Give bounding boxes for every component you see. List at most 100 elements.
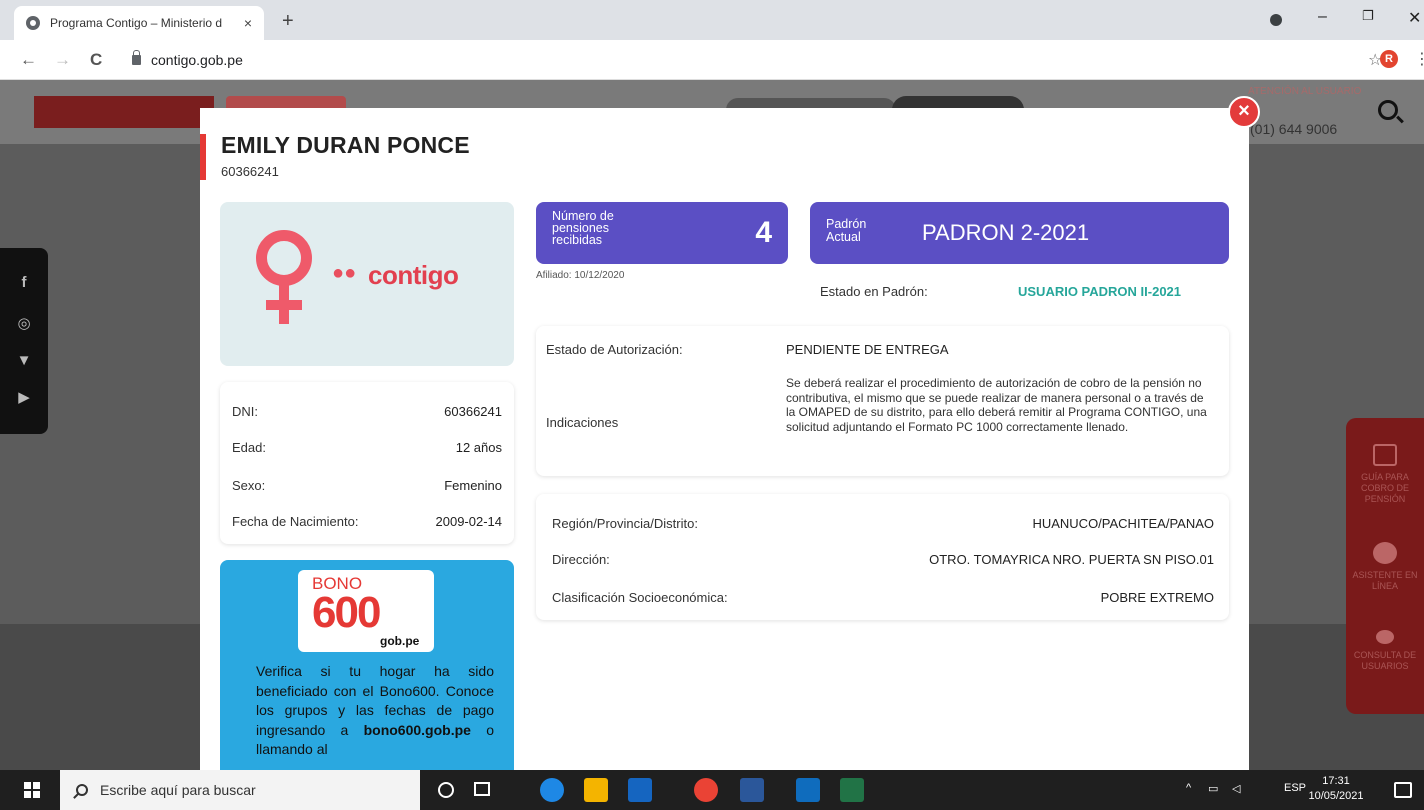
windows-start-icon[interactable] bbox=[24, 782, 40, 798]
forward-button[interactable]: → bbox=[54, 50, 71, 70]
twitter-icon[interactable]: ▼ bbox=[14, 352, 34, 370]
padron-value: PADRON 2-2021 bbox=[922, 220, 1090, 245]
tray-chevron-icon[interactable]: ^ bbox=[1186, 782, 1191, 794]
word-icon[interactable] bbox=[740, 778, 764, 802]
cursor-icon bbox=[400, 602, 424, 626]
beneficiary-dni: 60366241 bbox=[221, 164, 279, 179]
contigo-logo-text: contigo bbox=[368, 260, 459, 290]
edad-label: Edad: bbox=[232, 440, 266, 455]
afiliado-date: Afiliado: 10/12/2020 bbox=[536, 270, 625, 281]
back-button[interactable]: ← bbox=[20, 50, 37, 70]
search-icon bbox=[76, 784, 88, 796]
page-backdrop: ATENCIÓN AL USUARIO (01) 644 9006 f ◎ ▼ … bbox=[0, 80, 1424, 770]
clasificacion-label: Clasificación Socioeconómica: bbox=[552, 590, 728, 605]
asistente-link[interactable]: ASISTENTE EN LÍNEA bbox=[1346, 542, 1424, 592]
tab-title: Programa Contigo – Ministerio d bbox=[50, 16, 223, 30]
guia-cobro-link[interactable]: GUÍA PARA COBRO DE PENSIÓN bbox=[1346, 444, 1424, 505]
bono-logo-number: 600 bbox=[312, 588, 381, 637]
windows-taskbar: Escribe aquí para buscar ^ ▭ ◁ ESP 17:31… bbox=[0, 770, 1424, 810]
tray-network-icon[interactable]: ▭ bbox=[1208, 782, 1218, 795]
direccion-row: Dirección: OTRO. TOMAYRICA NRO. PUERTA S… bbox=[552, 552, 1214, 570]
social-bar: f ◎ ▼ ▶ bbox=[0, 248, 48, 434]
url-text: contigo.gob.pe bbox=[151, 52, 243, 68]
region-value: HUANUCO/PACHITEA/PANAO bbox=[1032, 516, 1214, 531]
taskbar-clock[interactable]: 17:31 10/05/2021 bbox=[1308, 774, 1364, 804]
personal-info-card: DNI: 60366241 Edad: 12 años Sexo: Femeni… bbox=[220, 382, 514, 544]
sexo-value: Femenino bbox=[444, 478, 502, 493]
atencion-label: ATENCIÓN AL USUARIO bbox=[1248, 86, 1362, 97]
mail-icon[interactable] bbox=[628, 778, 652, 802]
edge-icon[interactable] bbox=[540, 778, 564, 802]
browser-tab[interactable]: Programa Contigo – Ministerio d × bbox=[14, 6, 264, 40]
new-tab-button[interactable]: + bbox=[282, 10, 294, 33]
info-row-edad: Edad: 12 años bbox=[232, 440, 502, 460]
search-icon[interactable] bbox=[1378, 100, 1398, 120]
clasificacion-value: POBRE EXTREMO bbox=[1100, 590, 1214, 605]
extension-icon[interactable] bbox=[1270, 14, 1282, 26]
region-label: Región/Provincia/Distrito: bbox=[552, 516, 698, 531]
ubicacion-card: Región/Provincia/Distrito: HUANUCO/PACHI… bbox=[536, 494, 1229, 620]
profile-avatar[interactable]: R bbox=[1380, 50, 1398, 68]
info-row-nacimiento: Fecha de Nacimiento: 2009-02-14 bbox=[232, 514, 502, 534]
reload-button[interactable]: C bbox=[90, 50, 102, 70]
youtube-icon[interactable]: ▶ bbox=[14, 388, 34, 406]
phone-number: (01) 644 9006 bbox=[1250, 121, 1338, 137]
bono-link[interactable]: bono600.gob.pe bbox=[364, 722, 471, 738]
nacimiento-label: Fecha de Nacimiento: bbox=[232, 514, 359, 529]
clasificacion-row: Clasificación Socioeconómica: POBRE EXTR… bbox=[552, 590, 1214, 608]
browser-menu-icon[interactable]: ⋮ bbox=[1414, 49, 1424, 69]
info-row-dni: DNI: 60366241 bbox=[232, 404, 502, 424]
book-icon bbox=[1373, 444, 1397, 466]
minimize-button[interactable]: – bbox=[1318, 8, 1327, 26]
info-row-sexo: Sexo: Femenino bbox=[232, 478, 502, 498]
people-icon: ●● bbox=[332, 262, 357, 284]
pensiones-card: Número de pensiones recibidas 4 bbox=[536, 202, 788, 264]
instagram-icon[interactable]: ◎ bbox=[14, 314, 34, 332]
file-explorer-icon[interactable] bbox=[584, 778, 608, 802]
padron-label: Padrón Actual bbox=[826, 217, 867, 244]
photos-icon[interactable] bbox=[796, 778, 820, 802]
dni-value: 60366241 bbox=[444, 404, 502, 419]
task-view-icon[interactable] bbox=[474, 782, 490, 796]
consulta-link[interactable]: CONSULTA DE USUARIOS bbox=[1346, 630, 1424, 672]
globe-icon bbox=[26, 16, 40, 30]
autorizacion-value: PENDIENTE DE ENTREGA bbox=[786, 342, 949, 357]
dni-label: DNI: bbox=[232, 404, 258, 419]
bono600-card[interactable]: BONO 600 gob.pe Verifica si tu hogar ha … bbox=[220, 560, 514, 770]
facebook-icon[interactable]: f bbox=[14, 274, 34, 292]
estado-padron-value: USUARIO PADRON II-2021 bbox=[1018, 284, 1182, 299]
taskbar-search[interactable]: Escribe aquí para buscar bbox=[60, 770, 420, 810]
guia-cobro-label: GUÍA PARA COBRO DE PENSIÓN bbox=[1360, 472, 1409, 504]
sexo-label: Sexo: bbox=[232, 478, 266, 493]
restore-button[interactable]: ❐ bbox=[1362, 8, 1374, 24]
tray-speaker-icon[interactable]: ◁ bbox=[1232, 782, 1240, 795]
language-indicator[interactable]: ESP bbox=[1284, 782, 1306, 794]
contigo-logo-card: ●● contigo bbox=[220, 202, 514, 366]
modal-close-button[interactable]: × bbox=[1228, 96, 1260, 128]
direccion-label: Dirección: bbox=[552, 552, 610, 567]
padron-card: Padrón Actual PADRON 2-2021 bbox=[810, 202, 1229, 264]
browser-tab-bar: Programa Contigo – Ministerio d × + – ❐ … bbox=[0, 0, 1424, 40]
window-close-button[interactable]: ✕ bbox=[1408, 8, 1421, 28]
asistente-label: ASISTENTE EN LÍNEA bbox=[1352, 570, 1418, 591]
chat-icon bbox=[1373, 542, 1397, 564]
url-field[interactable]: contigo.gob.pe bbox=[120, 46, 1350, 74]
female-symbol-bar bbox=[266, 300, 302, 310]
chrome-icon[interactable] bbox=[694, 778, 718, 802]
clock-date: 10/05/2021 bbox=[1308, 790, 1364, 802]
edad-value: 12 años bbox=[455, 440, 502, 455]
indicaciones-text: Se deberá realizar el procedimiento de a… bbox=[786, 376, 1207, 434]
female-symbol-icon bbox=[256, 230, 312, 286]
direccion-value: OTRO. TOMAYRICA NRO. PUERTA SN PISO.01 bbox=[929, 552, 1214, 567]
excel-icon[interactable] bbox=[840, 778, 864, 802]
tab-close-icon[interactable]: × bbox=[244, 15, 252, 31]
cortana-icon[interactable] bbox=[438, 782, 454, 798]
bono600-description: Verifica si tu hogar ha sido beneficiado… bbox=[256, 662, 494, 760]
notification-icon[interactable] bbox=[1394, 782, 1412, 798]
bono-logo-domain: gob.pe bbox=[380, 634, 420, 648]
pensiones-value: 4 bbox=[755, 216, 772, 249]
lock-icon bbox=[132, 50, 141, 65]
nacimiento-value: 2009-02-14 bbox=[435, 514, 503, 529]
region-row: Región/Provincia/Distrito: HUANUCO/PACHI… bbox=[552, 516, 1214, 534]
bono600-logo[interactable]: BONO 600 gob.pe bbox=[298, 570, 434, 652]
